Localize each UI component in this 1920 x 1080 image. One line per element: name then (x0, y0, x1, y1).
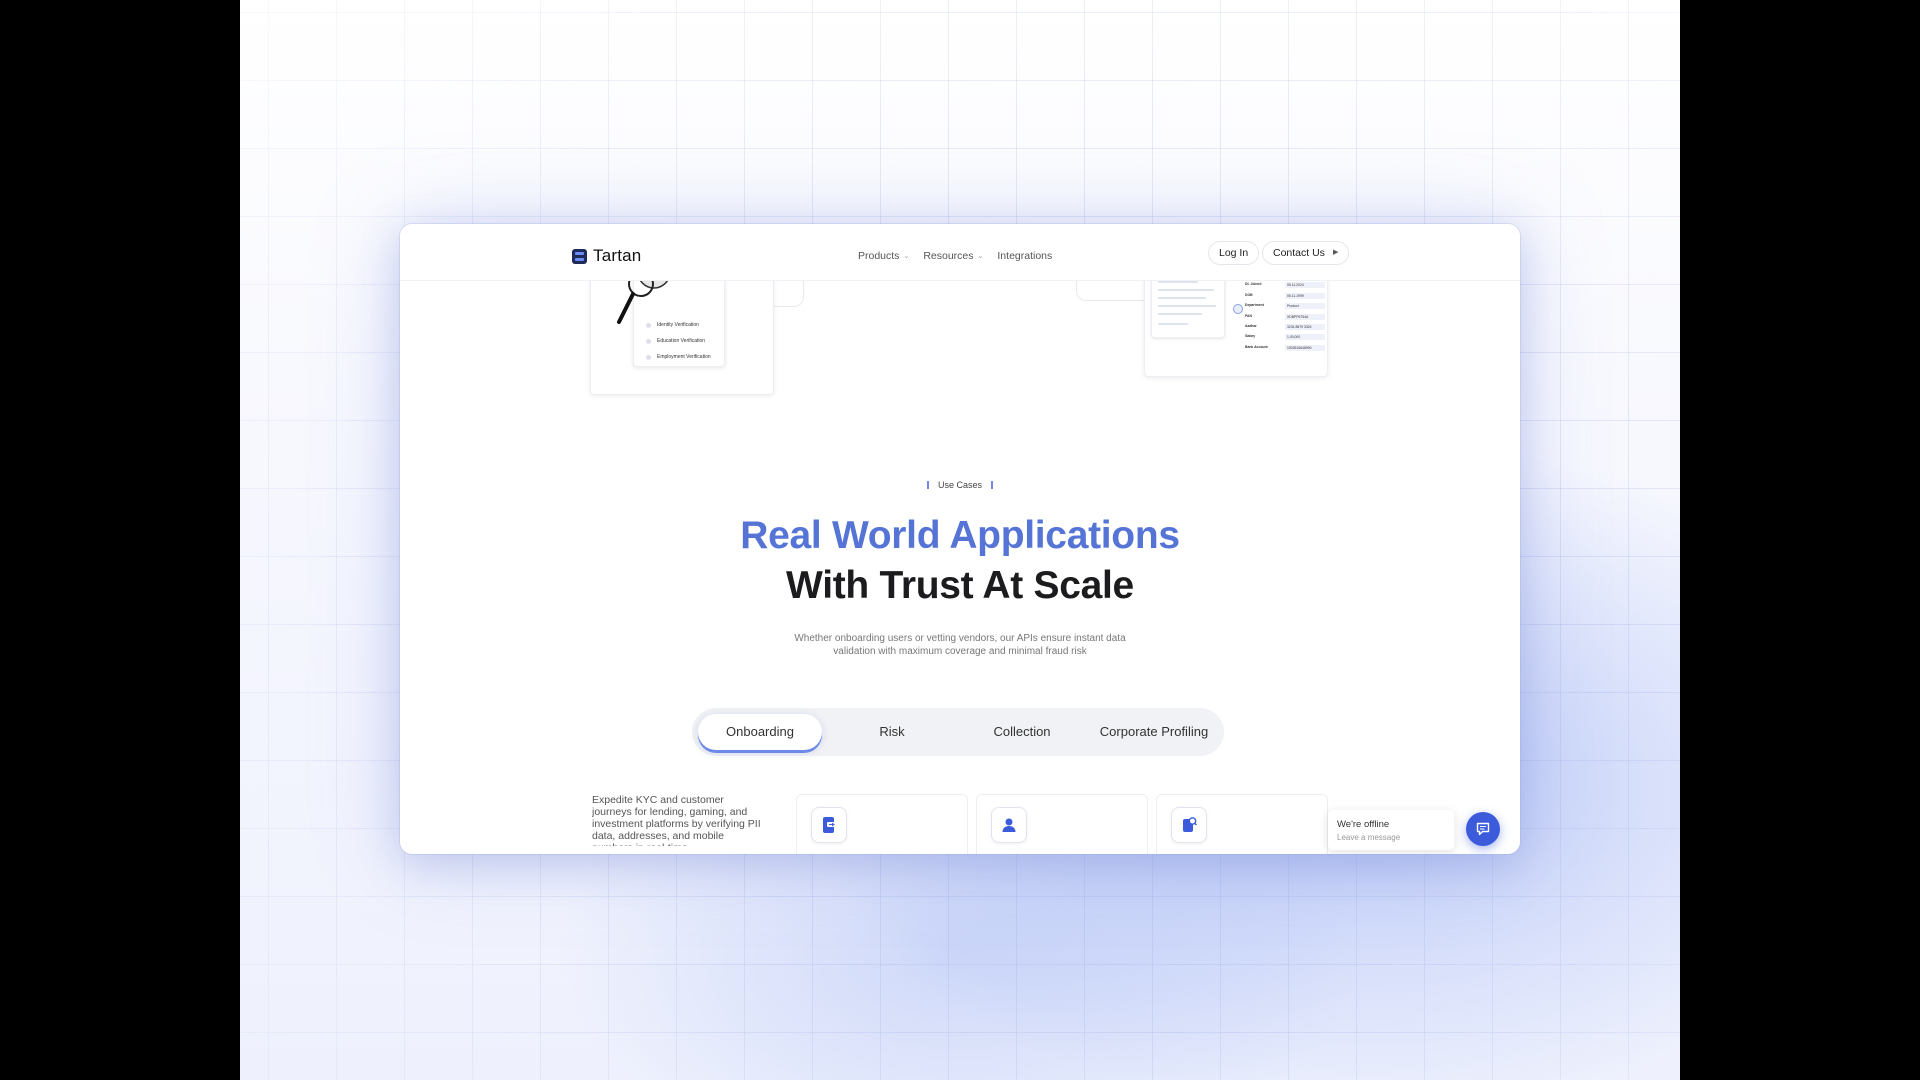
chevron-down-icon: ⌄ (903, 253, 910, 260)
screen-background: Tartan Products ⌄ Resources ⌄ Integratio… (240, 0, 1680, 1080)
tab-risk[interactable]: Risk (840, 708, 944, 756)
login-button[interactable]: Log In (1208, 241, 1260, 265)
chat-status-text: We're offline (1337, 819, 1390, 830)
onboarding-description: Expedite KYC and customer journeys for l… (592, 794, 761, 846)
feature-card[interactable] (976, 794, 1148, 854)
record-field-label: PAN (1245, 313, 1252, 318)
contact-us-button[interactable]: Contact Us ▶ (1262, 241, 1350, 265)
use-case-tabs: Onboarding Risk Collection Corporate Pro… (692, 708, 1224, 756)
record-field-value: 06.11.1999 (1285, 292, 1325, 299)
hero-subtitle: Whether onboarding users or vetting vend… (794, 633, 1126, 657)
hero-title-line2: With Trust At Scale (786, 564, 1134, 607)
record-field-row: Aadhar 3234 8879 3324 (1245, 324, 1325, 330)
record-field-row: Bank Account 1903516648990 (1245, 344, 1325, 351)
document-thumbnail (1151, 274, 1225, 338)
contact-us-label: Contact Us (1273, 247, 1325, 259)
checklist-label: Identity Verification (657, 322, 699, 328)
top-navbar: Tartan Products ⌄ Resources ⌄ Integratio… (400, 224, 1520, 281)
feature-card[interactable] (796, 794, 968, 854)
nav-item-label: Products (858, 250, 900, 262)
record-field-label: Department (1245, 303, 1264, 308)
record-field-label: Aadhar (1245, 324, 1257, 328)
checklist-label: Education Verification (657, 338, 706, 344)
eyebrow-label: Use Cases (937, 480, 982, 490)
record-field-row: Salary 1,00,000 (1245, 334, 1325, 341)
browser-page: Tartan Products ⌄ Resources ⌄ Integratio… (400, 224, 1520, 854)
eyebrow-bar-left (926, 481, 929, 489)
record-field-value: 3234 8879 3324 (1285, 324, 1325, 330)
chat-status-popup[interactable]: We're offline Leave a message (1328, 810, 1454, 850)
record-field-row: DOB 06.11.1999 (1245, 292, 1325, 299)
checklist-label: Employment Verification (657, 354, 711, 360)
record-field-value: Product (1285, 303, 1325, 310)
chevron-down-icon: ⌄ (977, 253, 984, 260)
chat-button[interactable] (1466, 812, 1500, 846)
brand-name: Tartan (593, 246, 642, 265)
hero-title-line1: Real World Applications (740, 514, 1180, 557)
tartan-logo-icon (572, 248, 587, 264)
link-node-icon (1233, 304, 1243, 314)
nav-item-products[interactable]: Products ⌄ (858, 250, 909, 262)
record-field-label: Salary (1245, 334, 1256, 339)
checklist-item: Employment Verification (646, 354, 711, 360)
record-field-label: Bank Account (1245, 344, 1268, 349)
user-profile-icon (991, 807, 1027, 843)
mobile-verification-icon (811, 807, 847, 843)
chevron-right-icon: ▶ (1332, 249, 1339, 256)
verification-illustration-card: Identity Verification Education Verifica… (590, 264, 774, 395)
chat-prompt-text: Leave a message (1337, 833, 1401, 842)
nav-item-integrations[interactable]: Integrations (997, 250, 1052, 262)
record-field-value: 1903516648990 (1285, 344, 1325, 351)
logo[interactable]: Tartan (572, 246, 641, 266)
nav-item-resources[interactable]: Resources ⌄ (923, 250, 983, 262)
tab-corporate-profiling[interactable]: Corporate Profiling (1086, 708, 1222, 756)
record-field-row: Department Product (1245, 303, 1325, 310)
nav-item-label: Resources (923, 250, 974, 262)
record-field-label: DOB (1245, 292, 1253, 297)
feature-card[interactable] (1156, 794, 1328, 854)
record-field-value: 1,00,000 (1285, 334, 1325, 341)
record-field-row: Dt. Joined 05.11.2024 (1245, 282, 1325, 289)
tab-collection[interactable]: Collection (960, 708, 1084, 756)
record-field-label: Dt. Joined (1245, 282, 1262, 287)
chat-bubble-icon (1476, 822, 1490, 836)
tab-onboarding[interactable]: Onboarding (698, 714, 822, 750)
document-search-icon (1171, 807, 1207, 843)
record-field-row: PAN XDBPP6754A (1245, 313, 1325, 320)
main-menu: Products ⌄ Resources ⌄ Integrations (858, 250, 1052, 262)
section-eyebrow: Use Cases (400, 480, 1520, 490)
record-field-value: XDBPP6754A (1285, 313, 1325, 320)
record-field-value: 05.11.2024 (1285, 282, 1325, 289)
eyebrow-bar-right (991, 481, 993, 489)
nav-item-label: Integrations (997, 250, 1053, 262)
check-circle-icon (646, 354, 651, 360)
